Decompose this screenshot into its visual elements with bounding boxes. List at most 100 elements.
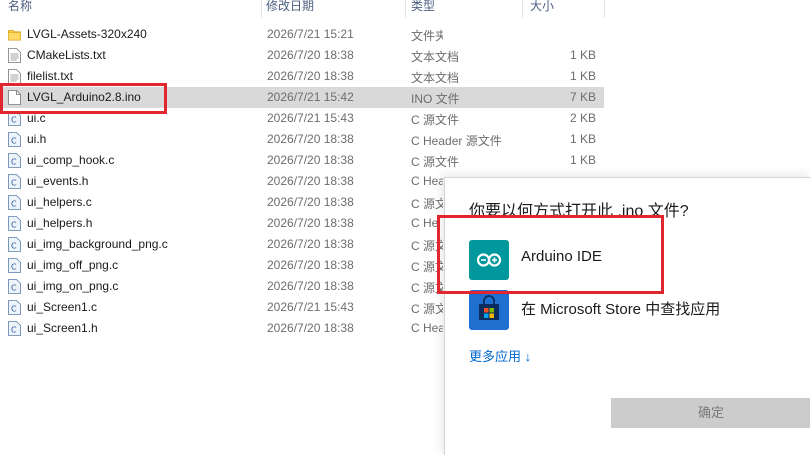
file-name: LVGL_Arduino2.8.ino <box>27 90 141 104</box>
app-label: Arduino IDE <box>521 248 602 265</box>
c-file-icon: C <box>8 111 21 126</box>
file-type: C He <box>411 216 439 230</box>
file-type: C 源文件 <box>411 113 460 127</box>
column-size[interactable]: 大小 <box>530 0 554 18</box>
file-date: 2026/7/20 18:38 <box>267 279 354 293</box>
c-file-icon: C <box>8 279 21 294</box>
file-date: 2026/7/20 18:38 <box>267 237 354 251</box>
file-row[interactable]: LVGL-Assets-320x240 2026/7/21 15:21 文件夹 <box>0 24 604 45</box>
c-file-icon: C <box>8 174 21 189</box>
file-name: ui_img_background_png.c <box>27 237 168 251</box>
file-name: filelist.txt <box>27 69 74 83</box>
file-name: ui_img_on_png.c <box>27 279 119 293</box>
file-type: C 源文 <box>411 260 443 274</box>
file-size: 1 KB <box>569 69 596 83</box>
column-date[interactable]: 修改日期 <box>266 0 314 18</box>
app-option-microsoft-store[interactable]: 在 Microsoft Store 中查找应用 <box>469 290 799 330</box>
file-name: ui_comp_hook.c <box>27 153 115 167</box>
blank-file-icon <box>8 90 21 105</box>
file-type: C Header 源文件 <box>411 134 502 148</box>
svg-text:C: C <box>11 242 17 251</box>
file-name: CMakeLists.txt <box>27 48 106 62</box>
open-with-dialog: 你要以何方式打开此 .ino 文件? Arduino IDE 在 Microso… <box>444 177 810 455</box>
file-row[interactable]: CMakeLists.txt 2026/7/20 18:38 文本文档 1 KB <box>0 45 604 66</box>
file-date: 2026/7/20 18:38 <box>267 321 354 335</box>
file-type: 文本文档 <box>411 71 460 85</box>
svg-text:C: C <box>11 326 17 335</box>
file-name: ui_events.h <box>27 174 89 188</box>
file-name: ui_helpers.c <box>27 195 92 209</box>
file-date: 2026/7/20 18:38 <box>267 48 354 62</box>
file-type: C 源文 <box>411 197 443 211</box>
file-date: 2026/7/20 18:38 <box>267 258 354 272</box>
text-file-icon <box>8 48 21 63</box>
file-type: INO 文件 <box>411 92 460 106</box>
svg-text:C: C <box>11 263 17 272</box>
c-file-icon: C <box>8 216 21 231</box>
file-date: 2026/7/21 15:43 <box>267 111 354 125</box>
file-size: 1 KB <box>569 153 596 167</box>
column-divider[interactable] <box>522 0 523 18</box>
file-size: 7 KB <box>569 90 596 104</box>
file-date: 2026/7/20 18:38 <box>267 69 354 83</box>
svg-text:C: C <box>11 284 17 293</box>
c-file-icon: C <box>8 300 21 315</box>
dialog-title: 你要以何方式打开此 .ino 文件? <box>469 203 689 220</box>
file-type: C 源文 <box>411 302 443 316</box>
file-type: C 源文 <box>411 239 443 253</box>
svg-text:C: C <box>11 221 17 230</box>
file-row[interactable]: C ui_comp_hook.c 2026/7/20 18:38 C 源文件 1… <box>0 150 604 171</box>
file-date: 2026/7/20 18:38 <box>267 132 354 146</box>
arduino-ide-icon <box>469 240 509 280</box>
file-row-selected[interactable]: LVGL_Arduino2.8.ino 2026/7/21 15:42 INO … <box>0 87 604 108</box>
svg-text:C: C <box>11 200 17 209</box>
c-file-icon: C <box>8 258 21 273</box>
file-date: 2026/7/21 15:42 <box>267 90 354 104</box>
file-row[interactable]: C ui.h 2026/7/20 18:38 C Header 源文件 1 KB <box>0 129 604 150</box>
file-type: C 源文 <box>411 281 443 295</box>
file-row[interactable]: C ui.c 2026/7/21 15:43 C 源文件 2 KB <box>0 108 604 129</box>
file-date: 2026/7/20 18:38 <box>267 216 354 230</box>
column-header: 名称 修改日期 类型 大小 <box>0 0 810 18</box>
file-type: C Hea <box>411 321 443 335</box>
column-divider[interactable] <box>604 0 605 18</box>
column-type[interactable]: 类型 <box>411 0 435 18</box>
folder-icon <box>8 29 21 41</box>
svg-text:C: C <box>11 305 17 314</box>
column-divider[interactable] <box>261 0 262 18</box>
file-type: C 源文件 <box>411 155 460 169</box>
file-size: 1 KB <box>569 48 596 62</box>
file-date: 2026/7/20 18:38 <box>267 195 354 209</box>
c-file-icon: C <box>8 237 21 252</box>
file-name: ui.h <box>27 132 47 146</box>
c-file-icon: C <box>8 132 21 147</box>
file-name: ui_helpers.h <box>27 216 93 230</box>
file-date: 2026/7/20 18:38 <box>267 153 354 167</box>
file-size: 1 KB <box>569 132 596 146</box>
app-option-arduino-ide[interactable]: Arduino IDE <box>469 240 799 280</box>
file-name: ui_Screen1.c <box>27 300 98 314</box>
file-name: LVGL-Assets-320x240 <box>27 27 147 41</box>
app-label: 在 Microsoft Store 中查找应用 <box>521 301 721 318</box>
file-row[interactable]: filelist.txt 2026/7/20 18:38 文本文档 1 KB <box>0 66 604 87</box>
more-apps-link[interactable]: 更多应用 ↓ <box>469 346 531 365</box>
file-date: 2026/7/20 18:38 <box>267 174 354 188</box>
file-size: 2 KB <box>569 111 596 125</box>
file-type: 文件夹 <box>411 29 443 43</box>
file-name: ui_Screen1.h <box>27 321 98 335</box>
c-file-icon: C <box>8 195 21 210</box>
svg-text:C: C <box>11 137 17 146</box>
svg-text:C: C <box>11 116 17 125</box>
svg-text:C: C <box>11 158 17 167</box>
file-name: ui_img_off_png.c <box>27 258 119 272</box>
column-name[interactable]: 名称 <box>8 0 32 18</box>
text-file-icon <box>8 69 21 84</box>
file-date: 2026/7/21 15:21 <box>267 27 354 41</box>
file-type: 文本文档 <box>411 50 460 64</box>
file-type: C Hea <box>411 174 443 188</box>
svg-text:C: C <box>11 179 17 188</box>
c-file-icon: C <box>8 153 21 168</box>
file-date: 2026/7/21 15:43 <box>267 300 354 314</box>
ok-button[interactable]: 确定 <box>611 398 810 428</box>
column-divider[interactable] <box>405 0 406 18</box>
